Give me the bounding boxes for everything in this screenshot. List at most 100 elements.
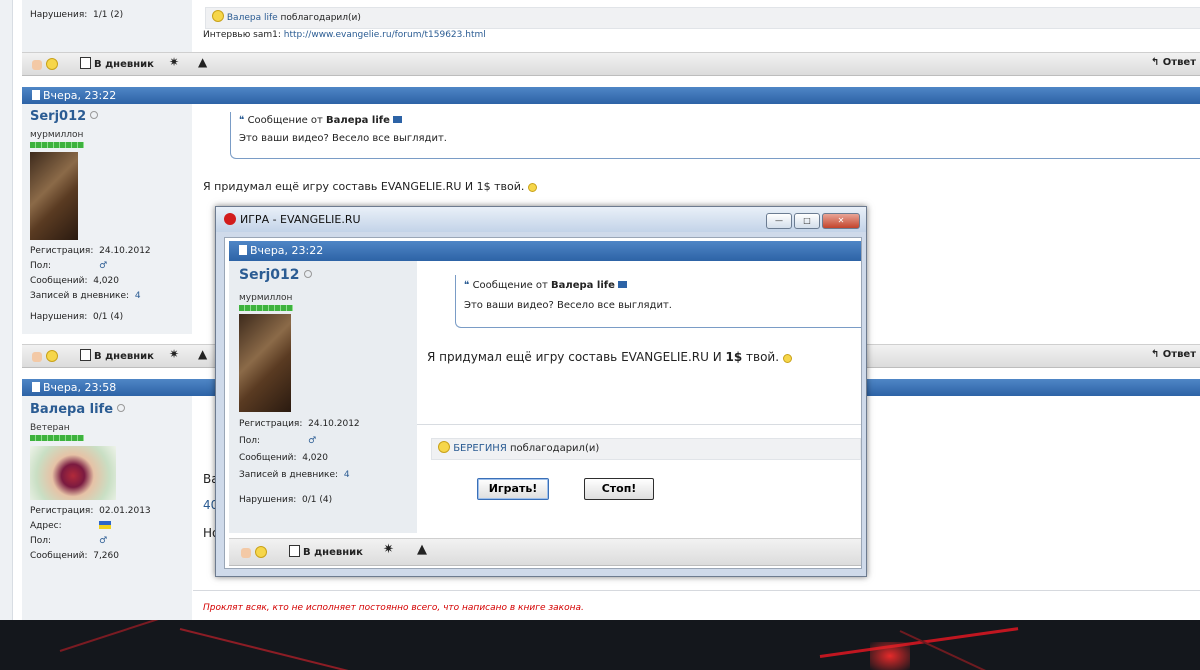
reply-icon: ↰ — [1150, 57, 1160, 68]
page-left-border — [0, 0, 13, 620]
thanks-hand-button[interactable] — [32, 58, 58, 71]
post-valera-sidebar: Валера life Ветеран Регистрация: 02.01.2… — [22, 396, 192, 620]
warning-icon[interactable]: ▲ — [417, 542, 427, 557]
thanks-user-link[interactable]: Валера life — [227, 13, 278, 23]
minimize-button[interactable]: — — [766, 213, 792, 229]
quote-block: ❝ Сообщение от Валера life Это ваши виде… — [455, 275, 861, 328]
play-button[interactable]: Играть! — [477, 478, 549, 500]
username-link[interactable]: Валера life — [30, 402, 113, 417]
post-top-thanks: Валера life поблагодарил(и) — [205, 7, 1200, 29]
smile-icon — [212, 10, 224, 22]
post-serj-header: Вчера, 23:22 — [22, 87, 1200, 104]
avatar[interactable] — [30, 446, 116, 500]
avatar[interactable] — [30, 152, 78, 240]
book-icon — [80, 349, 91, 361]
maximize-button[interactable]: □ — [794, 213, 820, 229]
user-info: Регистрация: 24.10.2012 Пол: ♂ Сообщений:… — [30, 246, 151, 322]
reply-button[interactable]: ↰ Ответ — [1151, 57, 1196, 68]
gender-male-icon: ♂ — [99, 536, 108, 546]
star-icon[interactable]: ✷ — [169, 347, 179, 361]
quote-text: Это ваши видео? Весело все выглядит. — [464, 300, 672, 311]
user-rank: Ветеран — [30, 423, 70, 433]
gender-male-icon: ♂ — [308, 436, 317, 446]
thanks-block: БЕРЕГИНЯ поблагодарил(и) — [431, 438, 861, 460]
document-icon — [32, 382, 40, 392]
smile-icon — [254, 546, 267, 558]
signature-divider — [193, 590, 1200, 591]
star-icon[interactable]: ✷ — [169, 55, 179, 69]
warning-icon[interactable]: ▲ — [198, 347, 207, 361]
star-icon[interactable]: ✷ — [383, 542, 394, 557]
user-info: Регистрация: 24.10.2012 Пол: ♂ Сообщений:… — [239, 419, 360, 505]
view-post-icon[interactable] — [618, 281, 628, 288]
smile-icon — [527, 183, 537, 192]
reputation-bar — [239, 305, 293, 311]
thanks-hand-button[interactable] — [32, 350, 58, 363]
reply-button[interactable]: ↰ Ответ — [1151, 349, 1196, 360]
book-icon — [289, 545, 300, 557]
app-icon — [224, 213, 236, 225]
quote-block: ❝ Сообщение от Валера life Это ваши виде… — [230, 112, 1200, 159]
interview-line: Интервью sam1: http://www.evangelie.ru/f… — [203, 30, 486, 40]
stop-button[interactable]: Стоп! — [584, 478, 654, 500]
game-content: Вчера, 23:22 Serj012 мурмиллон Регистрац… — [224, 237, 862, 569]
interview-link[interactable]: http://www.evangelie.ru/forum/t159623.ht… — [284, 30, 486, 40]
username-link[interactable]: Serj012 — [30, 109, 86, 124]
smile-icon — [45, 350, 58, 362]
hand-icon — [32, 352, 42, 362]
warning-icon[interactable]: ▲ — [198, 55, 207, 69]
game-window: ИГРА - EVANGELIE.RU — □ ✕ Вчера, 23:22 S… — [215, 206, 867, 577]
post-serj-sidebar: Serj012 мурмиллон Регистрация: 24.10.201… — [22, 104, 192, 334]
offline-status-icon — [303, 270, 312, 278]
reply-icon: ↰ — [1150, 349, 1160, 360]
username-link[interactable]: Serj012 — [239, 267, 300, 283]
reputation-bar — [30, 142, 84, 148]
gender-male-icon: ♂ — [99, 261, 108, 271]
book-icon — [80, 57, 91, 69]
diary-button[interactable]: В дневник — [80, 349, 154, 362]
quote-text: Это ваши видео? Весело все выглядит. — [239, 133, 447, 144]
diary-count-link[interactable]: 4 — [344, 470, 350, 480]
divider — [417, 424, 861, 425]
user-info: Регистрация: 02.01.2013 Адрес: Пол: ♂ Соо… — [30, 506, 151, 561]
thanks-user-link[interactable]: БЕРЕГИНЯ — [453, 443, 507, 454]
post-top-toolbar: В дневник ✷ ▲ ↰ Ответ — [22, 52, 1200, 76]
user-rank: мурмиллон — [30, 130, 84, 140]
close-button[interactable]: ✕ — [822, 213, 860, 229]
post-date: Вчера, 23:58 — [43, 381, 117, 394]
quote-author: Валера life — [326, 115, 390, 126]
offline-status-icon — [117, 404, 126, 412]
view-post-icon[interactable] — [393, 116, 403, 123]
dialog-post-header: Вчера, 23:22 — [229, 241, 861, 261]
document-icon — [32, 90, 40, 100]
avatar[interactable] — [239, 314, 291, 412]
diary-count-link[interactable]: 4 — [135, 291, 141, 301]
quote-author: Валера life — [551, 280, 615, 291]
window-title: ИГРА - EVANGELIE.RU — [240, 213, 361, 226]
offline-status-icon — [90, 111, 99, 119]
quote-icon: ❝ — [239, 115, 245, 126]
diary-button[interactable]: В дневник — [289, 545, 363, 558]
reputation-bar — [30, 435, 84, 441]
ukraine-flag-icon — [98, 521, 111, 529]
user-rank: мурмиллон — [239, 293, 293, 303]
post-date: Вчера, 23:22 — [43, 89, 117, 102]
desktop-wallpaper — [0, 620, 1200, 670]
window-titlebar[interactable]: ИГРА - EVANGELIE.RU — □ ✕ — [216, 207, 866, 232]
signature-text: Проклят всяк, кто не исполняет постоянно… — [203, 603, 584, 613]
post-top-violations: Нарушения: 1/1 (2) — [30, 10, 124, 20]
post-date: Вчера, 23:22 — [250, 244, 324, 257]
smile-icon — [782, 354, 792, 363]
diary-button[interactable]: В дневник — [80, 57, 154, 70]
post-body: Я придумал ещё игру составь EVANGELIE.RU… — [203, 180, 537, 193]
smile-icon — [438, 441, 450, 453]
hand-icon — [32, 60, 42, 70]
dialog-sidebar: Serj012 мурмиллон Регистрация: 24.10.201… — [229, 261, 417, 533]
smile-icon — [45, 58, 58, 70]
document-icon — [239, 245, 247, 255]
thanks-hand-button[interactable] — [241, 546, 267, 559]
dialog-toolbar: В дневник ✷ ▲ — [229, 538, 861, 566]
hand-icon — [241, 548, 251, 558]
quote-icon: ❝ — [464, 280, 470, 291]
post-body: Я придумал ещё игру составь EVANGELIE.RU… — [427, 350, 792, 364]
